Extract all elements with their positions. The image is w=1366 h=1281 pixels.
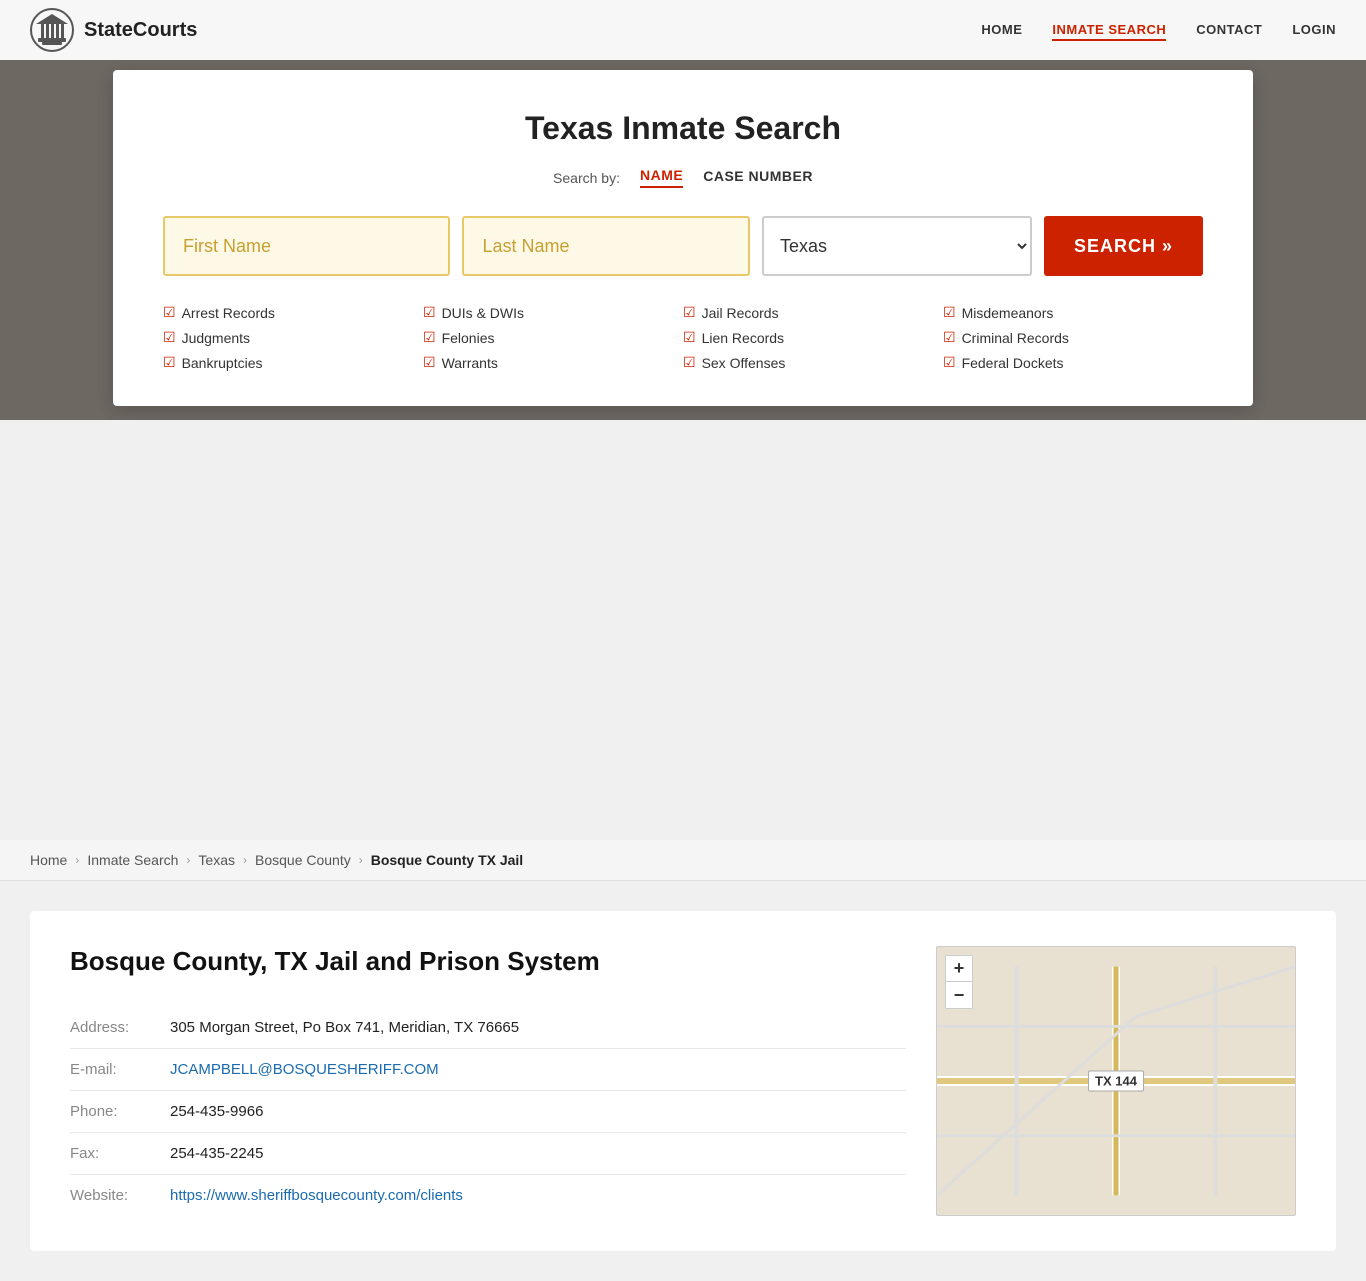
- table-row: Fax: 254-435-2245: [70, 1133, 906, 1175]
- check-icon: ☑: [943, 329, 956, 346]
- address-label: Address:: [70, 1007, 170, 1049]
- breadcrumb-sep-2: ›: [186, 853, 190, 867]
- logo-text: StateCourts: [84, 19, 197, 42]
- breadcrumb-county[interactable]: Bosque County: [255, 852, 351, 868]
- check-icon: ☑: [163, 354, 176, 371]
- phone-value: 254-435-9966: [170, 1091, 906, 1133]
- checklist-item-judgments: ☑Judgments: [163, 329, 423, 346]
- table-row: Website: https://www.sheriffbosquecounty…: [70, 1175, 906, 1217]
- nav-home[interactable]: HOME: [981, 22, 1022, 37]
- search-title: Texas Inmate Search: [163, 110, 1203, 147]
- state-select[interactable]: Texas Alabama Alaska California Florida: [762, 216, 1032, 276]
- breadcrumb-sep-4: ›: [359, 853, 363, 867]
- checklist-item-arrest: ☑Arrest Records: [163, 304, 423, 321]
- fax-value: 254-435-2245: [170, 1133, 906, 1175]
- checklist-col-2: ☑DUIs & DWIs ☑Felonies ☑Warrants: [423, 304, 683, 371]
- content-area: Bosque County, TX Jail and Prison System…: [0, 881, 1366, 1281]
- checklist-col-1: ☑Arrest Records ☑Judgments ☑Bankruptcies: [163, 304, 423, 371]
- breadcrumb-texas[interactable]: Texas: [198, 852, 235, 868]
- fax-label: Fax:: [70, 1133, 170, 1175]
- navigation: StateCourts HOME INMATE SEARCH CONTACT L…: [0, 0, 1366, 60]
- breadcrumb-current: Bosque County TX Jail: [371, 852, 523, 868]
- check-icon: ☑: [683, 329, 696, 346]
- check-icon: ☑: [163, 329, 176, 346]
- nav-inmate-search[interactable]: INMATE SEARCH: [1052, 22, 1166, 41]
- checklist-item-felonies: ☑Felonies: [423, 329, 683, 346]
- search-inputs-row: Texas Alabama Alaska California Florida …: [163, 216, 1203, 276]
- search-button[interactable]: SEARCH »: [1044, 216, 1203, 276]
- tab-case-number[interactable]: CASE NUMBER: [703, 168, 813, 187]
- breadcrumb: Home › Inmate Search › Texas › Bosque Co…: [0, 840, 1366, 881]
- table-row: Phone: 254-435-9966: [70, 1091, 906, 1133]
- check-icon: ☑: [943, 354, 956, 371]
- website-link[interactable]: https://www.sheriffbosquecounty.com/clie…: [170, 1187, 463, 1204]
- info-left: Bosque County, TX Jail and Prison System…: [70, 946, 906, 1216]
- check-icon: ☑: [163, 304, 176, 321]
- table-row: E-mail: JCAMPBELL@BOSQUESHERIFF.COM: [70, 1049, 906, 1091]
- search-card: Texas Inmate Search Search by: NAME CASE…: [113, 70, 1253, 406]
- nav-contact[interactable]: CONTACT: [1196, 22, 1262, 37]
- breadcrumb-sep-1: ›: [75, 853, 79, 867]
- checklist-item-warrants: ☑Warrants: [423, 354, 683, 371]
- checklist-item-criminal: ☑Criminal Records: [943, 329, 1203, 346]
- checklist-item-federal: ☑Federal Dockets: [943, 354, 1203, 371]
- checklist-item-duis: ☑DUIs & DWIs: [423, 304, 683, 321]
- info-table: Address: 305 Morgan Street, Po Box 741, …: [70, 1007, 906, 1216]
- logo-icon: [30, 8, 74, 52]
- table-row: Address: 305 Morgan Street, Po Box 741, …: [70, 1007, 906, 1049]
- checklist-item-lien: ☑Lien Records: [683, 329, 943, 346]
- check-icon: ☑: [943, 304, 956, 321]
- check-icon: ☑: [423, 329, 436, 346]
- email-label: E-mail:: [70, 1049, 170, 1091]
- map-zoom-out[interactable]: −: [946, 982, 972, 1008]
- nav-links: HOME INMATE SEARCH CONTACT LOGIN: [981, 21, 1336, 39]
- info-card: Bosque County, TX Jail and Prison System…: [30, 911, 1336, 1251]
- map-container: + − TX 144: [936, 946, 1296, 1216]
- check-icon: ☑: [683, 354, 696, 371]
- checklist-item-misdemeanors: ☑Misdemeanors: [943, 304, 1203, 321]
- check-icon: ☑: [683, 304, 696, 321]
- phone-label: Phone:: [70, 1091, 170, 1133]
- check-icon: ☑: [423, 354, 436, 371]
- search-by-row: Search by: NAME CASE NUMBER: [163, 167, 1203, 188]
- checklist-item-jail: ☑Jail Records: [683, 304, 943, 321]
- search-by-label: Search by:: [553, 170, 620, 186]
- last-name-input[interactable]: [462, 216, 749, 276]
- check-icon: ☑: [423, 304, 436, 321]
- tab-name[interactable]: NAME: [640, 167, 683, 188]
- website-value: https://www.sheriffbosquecounty.com/clie…: [170, 1175, 906, 1217]
- email-link[interactable]: JCAMPBELL@BOSQUESHERIFF.COM: [170, 1061, 439, 1078]
- map-zoom-in[interactable]: +: [946, 956, 972, 982]
- checklist-item-bankruptcies: ☑Bankruptcies: [163, 354, 423, 371]
- checklist-item-sex-offenses: ☑Sex Offenses: [683, 354, 943, 371]
- logo[interactable]: StateCourts: [30, 8, 197, 52]
- checklist-row: ☑Arrest Records ☑Judgments ☑Bankruptcies…: [163, 304, 1203, 371]
- address-value: 305 Morgan Street, Po Box 741, Meridian,…: [170, 1007, 906, 1049]
- first-name-input[interactable]: [163, 216, 450, 276]
- checklist-col-3: ☑Jail Records ☑Lien Records ☑Sex Offense…: [683, 304, 943, 371]
- email-value: JCAMPBELL@BOSQUESHERIFF.COM: [170, 1049, 906, 1091]
- nav-login[interactable]: LOGIN: [1292, 22, 1336, 37]
- breadcrumb-inmate-search[interactable]: Inmate Search: [87, 852, 178, 868]
- map-road-label: TX 144: [1088, 1071, 1144, 1092]
- breadcrumb-home[interactable]: Home: [30, 852, 67, 868]
- checklist-col-4: ☑Misdemeanors ☑Criminal Records ☑Federal…: [943, 304, 1203, 371]
- map-controls: + −: [945, 955, 973, 1009]
- info-title: Bosque County, TX Jail and Prison System: [70, 946, 906, 977]
- website-label: Website:: [70, 1175, 170, 1217]
- breadcrumb-sep-3: ›: [243, 853, 247, 867]
